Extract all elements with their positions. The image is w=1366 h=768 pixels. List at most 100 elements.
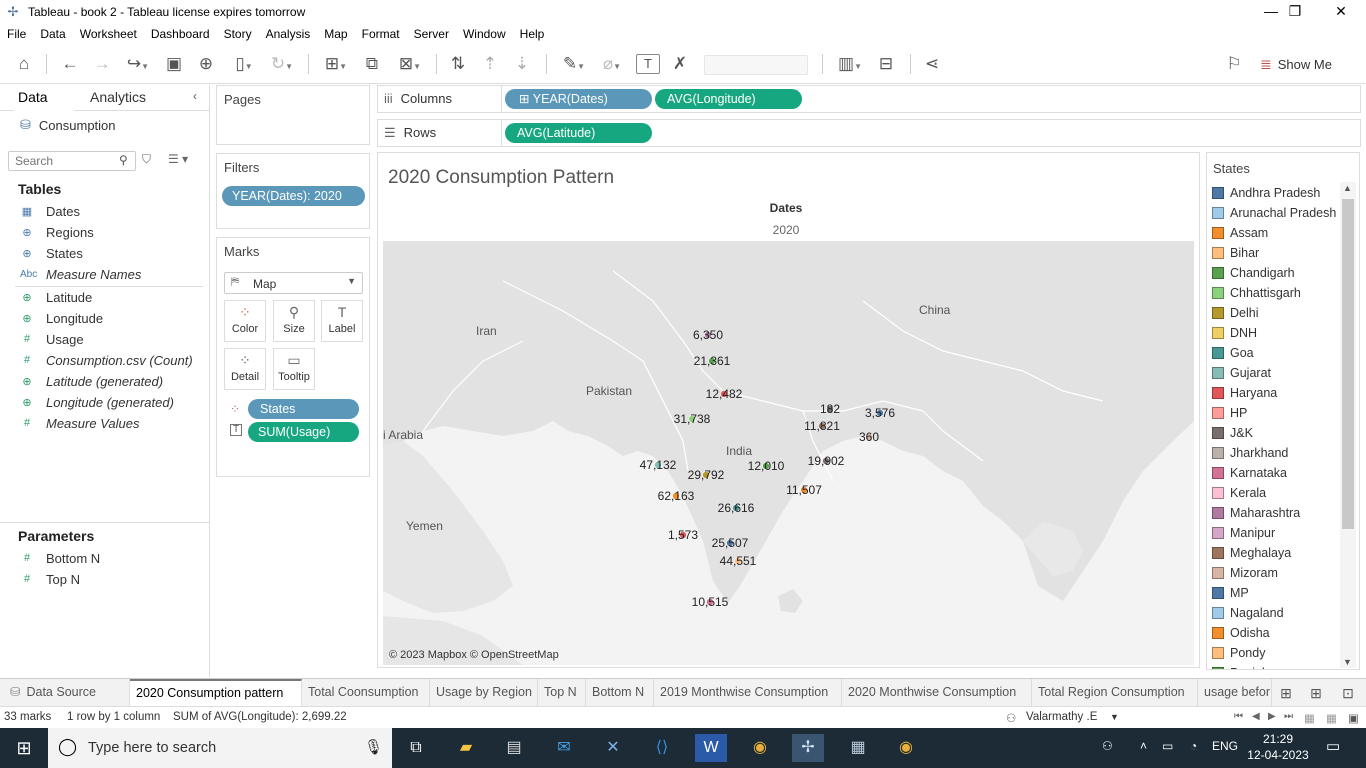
legend-item[interactable]: Chhattisgarh	[1212, 283, 1301, 303]
tab-2019-monthwise[interactable]: 2019 Monthwise Consumption	[654, 679, 842, 706]
legend-item[interactable]: HP	[1212, 403, 1247, 423]
windows-start-icon[interactable]: ⊞	[8, 734, 40, 762]
wifi-icon[interactable]: ◔	[1190, 739, 1197, 753]
refresh-icon[interactable]: ↻▼	[264, 52, 300, 76]
sheet-sorter-icon[interactable]: ▦	[1326, 711, 1337, 725]
detail-button[interactable]: ⁘ Detail	[224, 348, 266, 390]
legend-item[interactable]: DNH	[1212, 323, 1257, 343]
menu-dashboard[interactable]: Dashboard	[144, 24, 217, 44]
field-latitude[interactable]: ⊕ Latitude	[20, 287, 92, 307]
filter-icon[interactable]: ⛉	[142, 152, 151, 167]
menu-help[interactable]: Help	[513, 24, 552, 44]
tab-total-coonsumption[interactable]: Total Coonsumption	[302, 679, 430, 706]
prev-sheet-icon[interactable]: ◀	[1252, 711, 1260, 722]
next-sheet-icon[interactable]: ▶	[1268, 711, 1276, 722]
parameter-bottom-n[interactable]: # Bottom N	[20, 548, 100, 568]
filmstrip-view-icon[interactable]: ▦	[1304, 711, 1315, 725]
legend-item[interactable]: Mizoram	[1212, 563, 1278, 583]
language-indicator[interactable]: ENG	[1212, 739, 1238, 753]
legend-item[interactable]: Maharashtra	[1212, 503, 1300, 523]
first-sheet-icon[interactable]: ⏮	[1234, 711, 1243, 722]
tooltip-button[interactable]: ▭ Tooltip	[273, 348, 315, 390]
filter-pill-year[interactable]: YEAR(Dates): 2020	[222, 186, 365, 206]
tab-usage-befor[interactable]: usage befor	[1198, 679, 1272, 706]
pages-card[interactable]: Pages	[216, 85, 370, 145]
task-view-icon[interactable]: ⧉	[400, 734, 432, 762]
legend-item[interactable]: Goa	[1212, 343, 1254, 363]
legend-item[interactable]: Punjab	[1212, 663, 1269, 669]
menu-story[interactable]: Story	[217, 24, 259, 44]
pill-avg-longitude[interactable]: AVG(Longitude)	[655, 89, 802, 109]
collapse-pane-icon[interactable]: ‹	[193, 89, 197, 103]
share-icon[interactable]: ⋖	[920, 52, 944, 76]
tab-analytics[interactable]: Analytics	[90, 89, 146, 105]
save-icon[interactable]: ▣	[162, 52, 186, 76]
menu-data[interactable]: Data	[33, 24, 72, 44]
legend-item[interactable]: Arunachal Pradesh	[1212, 203, 1336, 223]
fix-axes-icon[interactable]: ✗	[668, 52, 692, 76]
menu-server[interactable]: Server	[407, 24, 456, 44]
presentation-mode-icon[interactable]: ⊟	[874, 52, 898, 76]
tab-data-source[interactable]: ⛁ Data Source	[4, 679, 130, 706]
notifications-icon[interactable]: ▭	[1326, 737, 1340, 755]
new-worksheet-tab-icon[interactable]: ⊞	[1276, 681, 1296, 705]
legend-item[interactable]: Bihar	[1212, 243, 1259, 263]
microphone-icon[interactable]: 🎙	[364, 738, 383, 756]
menu-format[interactable]: Format	[355, 24, 407, 44]
field-longitude[interactable]: ⊕ Longitude	[20, 308, 103, 328]
redo-icon[interactable]: →	[90, 52, 114, 76]
legend-item[interactable]: Delhi	[1212, 303, 1259, 323]
show-cards-icon[interactable]: ▥▼	[832, 52, 868, 76]
tab-top-n[interactable]: Top N	[538, 679, 586, 706]
field-measure-values[interactable]: # Measure Values	[20, 413, 140, 433]
color-button[interactable]: ⁘ Color	[224, 300, 266, 342]
status-user[interactable]: Valarmathy .E	[1026, 711, 1097, 723]
map[interactable]: Iran Pakistan China India i Arabia Yemen 6,350…	[383, 241, 1194, 665]
legend-item[interactable]: Nagaland	[1212, 603, 1284, 623]
tray-chevron-icon[interactable]: ˄	[1140, 739, 1147, 753]
label-button[interactable]: T Label	[321, 300, 363, 342]
legend-item[interactable]: Chandigarh	[1212, 263, 1295, 283]
pill-sum-usage[interactable]: SUM(Usage)	[248, 422, 359, 442]
rows-shelf[interactable]: ☰ Rows AVG(Latitude)	[377, 119, 1361, 147]
word-icon[interactable]: W	[695, 734, 727, 762]
restore-button[interactable]: ❐	[1272, 0, 1318, 24]
chrome2-icon[interactable]: ◉	[890, 734, 922, 762]
legend-item[interactable]: Jharkhand	[1212, 443, 1288, 463]
duplicate-sheet-icon[interactable]: ⧉	[360, 52, 384, 76]
mail-icon[interactable]: ✉	[548, 734, 580, 762]
show-me-button[interactable]: ≣ Show Me	[1260, 53, 1332, 75]
legend-item[interactable]: Andhra Pradesh	[1212, 183, 1320, 203]
battery-icon[interactable]: ▭	[1162, 739, 1173, 753]
file-explorer-icon[interactable]: ▰	[450, 734, 482, 762]
legend-item[interactable]: Manipur	[1212, 523, 1275, 543]
app2-icon[interactable]: ▦	[842, 734, 874, 762]
swap-icon[interactable]: ⇅	[446, 52, 470, 76]
legend-item[interactable]: Haryana	[1212, 383, 1277, 403]
tab-total-region-consumption[interactable]: Total Region Consumption	[1032, 679, 1198, 706]
tab-2020-consumption-pattern[interactable]: 2020 Consumption pattern	[130, 679, 302, 706]
legend-scroll-thumb[interactable]	[1342, 199, 1354, 529]
menu-worksheet[interactable]: Worksheet	[73, 24, 144, 44]
legend-item[interactable]: Gujarat	[1212, 363, 1271, 383]
menu-file[interactable]: File	[0, 24, 33, 44]
last-sheet-icon[interactable]: ⏭	[1284, 711, 1293, 722]
legend-item[interactable]: Assam	[1212, 223, 1268, 243]
pause-updates-icon[interactable]: ▯▼	[226, 52, 262, 76]
close-button[interactable]: ✕	[1318, 0, 1364, 24]
size-button[interactable]: ⚲ Size	[273, 300, 315, 342]
mark-type-dropdown[interactable]: ⛿ Map ▼	[224, 272, 363, 294]
parameter-top-n[interactable]: # Top N	[20, 569, 80, 589]
data-source[interactable]: ⛁ Consumption	[20, 117, 116, 133]
chrome-icon[interactable]: ◉	[744, 734, 776, 762]
tab-bottom-n[interactable]: Bottom N	[586, 679, 654, 706]
show-labels-icon[interactable]: T	[636, 54, 660, 74]
field-dates[interactable]: ▦ Dates	[20, 201, 80, 221]
legend-item[interactable]: Pondy	[1212, 643, 1265, 663]
clock-time[interactable]: 21:29	[1248, 732, 1308, 746]
field-longitude-generated[interactable]: ⊕ Longitude (generated)	[20, 392, 174, 412]
fit-dropdown[interactable]	[704, 55, 808, 75]
menu-map[interactable]: Map	[317, 24, 354, 44]
view-options-icon[interactable]: ☰ ▾	[168, 152, 188, 166]
home-icon[interactable]: ⌂	[12, 52, 36, 76]
